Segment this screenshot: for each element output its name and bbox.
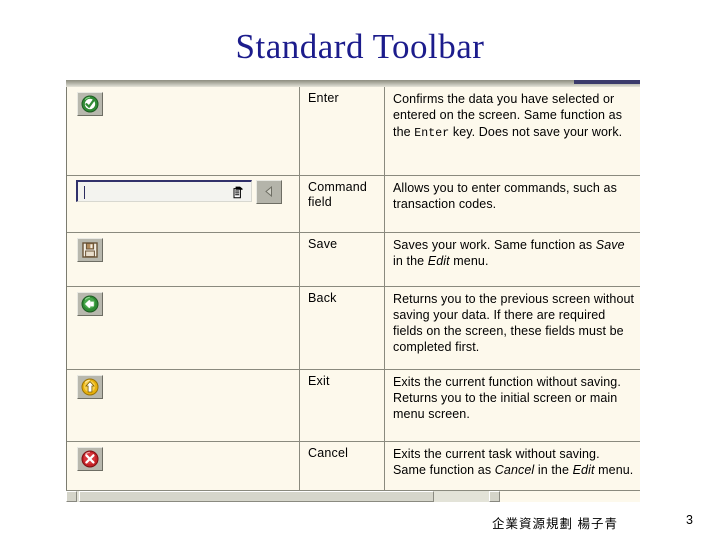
horizontal-scrollbar[interactable] [66,490,640,502]
name-cell: Command field [299,175,385,233]
command-field-input[interactable] [76,179,252,202]
table-row: Exit Exits the current function without … [67,369,640,442]
description-cell: Saves your work. Same function as Save i… [384,232,640,287]
icon-cell [67,286,300,370]
exit-up-arrow-icon[interactable] [77,374,103,399]
toolbar-item-description: Saves your work. Same function as Save i… [393,237,625,268]
toolbar-item-name: Back [308,290,337,305]
name-cell: Exit [299,369,385,442]
enter-check-icon[interactable] [77,92,103,116]
toolbar-item-name: Exit [308,373,330,388]
scrollbar-gap-filler [500,491,640,502]
name-cell: Save [299,232,385,287]
save-floppy-icon[interactable] [77,237,103,262]
table-row: Command field Allows you to enter comman… [67,175,640,233]
icon-cell [67,87,300,176]
toolbar-item-name: Cancel [308,445,349,460]
table-row: Save Saves your work. Same function as S… [67,232,640,287]
description-cell: Allows you to enter commands, such as tr… [384,175,640,233]
slide-page-number: 3 [686,513,693,527]
toolbar-item-name: Save [308,236,338,251]
toolbar-item-description: Exits the current function without savin… [393,374,621,422]
scrollbar-thumb[interactable] [79,491,434,502]
description-cell: Confirms the data you have selected or e… [384,87,640,176]
toolbar-item-description: Allows you to enter commands, such as tr… [393,180,617,211]
footer-course-note: 企業資源規劃 楊子青 [492,517,618,531]
icon-cell [67,369,300,442]
command-field-dropdown-button[interactable] [256,179,282,204]
text-caret [84,185,85,199]
table-row: Back Returns you to the previous screen … [67,286,640,370]
cancel-x-icon[interactable] [77,446,103,471]
icon-cell [67,232,300,287]
scroll-right-arrow-icon[interactable] [489,491,500,502]
page-title: Standard Toolbar [235,27,485,66]
toolbar-reference-table: Enter Confirms the data you have selecte… [67,87,640,502]
description-cell: Exits the current function without savin… [384,369,640,442]
toolbar-item-description: Exits the current task without saving. S… [393,446,634,477]
scroll-left-arrow-icon[interactable] [66,491,77,502]
toolbar-item-name: Enter [308,91,339,105]
scrollbar-track[interactable] [77,491,489,502]
toolbar-item-description: Confirms the data you have selected or e… [393,92,623,140]
icon-cell [67,175,300,233]
value-list-icon[interactable] [233,186,244,199]
back-arrow-icon[interactable] [77,291,103,316]
screenshot-body: Enter Confirms the data you have selecte… [66,87,640,502]
name-cell: Enter [299,87,385,176]
table-row: Enter Confirms the data you have selecte… [67,87,640,176]
toolbar-item-name: Command field [308,179,368,209]
toolbar-item-description: Returns you to the previous screen witho… [393,291,635,355]
embedded-screenshot: Enter Confirms the data you have selecte… [66,80,640,502]
window-chrome-right-accent [574,80,640,84]
window-chrome-strip [66,80,640,87]
description-cell: Returns you to the previous screen witho… [384,286,640,370]
name-cell: Back [299,286,385,370]
